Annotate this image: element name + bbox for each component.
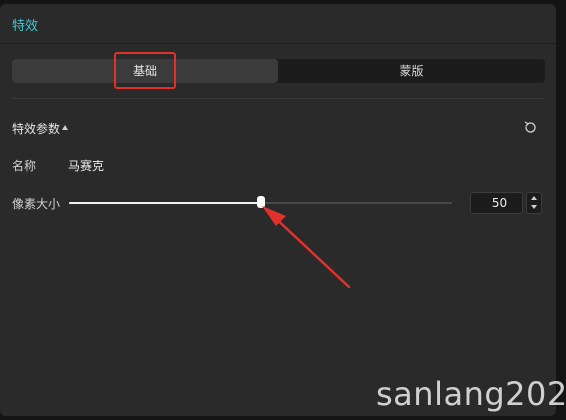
- section-title-effect-params[interactable]: 特效参数: [12, 120, 60, 137]
- name-value: 马赛克: [68, 159, 105, 173]
- tab-bar: 基础 蒙版: [12, 59, 545, 83]
- tab-basic[interactable]: 基础: [12, 59, 278, 83]
- effects-panel: 特效 基础 蒙版 特效参数 名称 马赛克 像素大小 50: [0, 4, 556, 416]
- pixel-size-input[interactable]: 50: [470, 192, 523, 214]
- tab-mask[interactable]: 蒙版: [278, 59, 545, 83]
- slider-thumb[interactable]: [257, 196, 265, 208]
- pixel-size-slider[interactable]: [69, 196, 452, 210]
- chevron-down-icon[interactable]: [527, 203, 541, 213]
- name-label: 名称: [12, 159, 37, 173]
- slider-fill: [69, 202, 261, 204]
- reset-icon[interactable]: [523, 120, 538, 135]
- panel-header: 特效: [0, 4, 556, 44]
- panel-title: 特效: [12, 19, 39, 34]
- chevron-up-icon[interactable]: [527, 193, 541, 203]
- caret-up-icon[interactable]: [62, 125, 68, 130]
- section-divider: [12, 98, 545, 99]
- pixel-size-label: 像素大小: [12, 197, 61, 211]
- pixel-size-stepper[interactable]: [526, 192, 542, 214]
